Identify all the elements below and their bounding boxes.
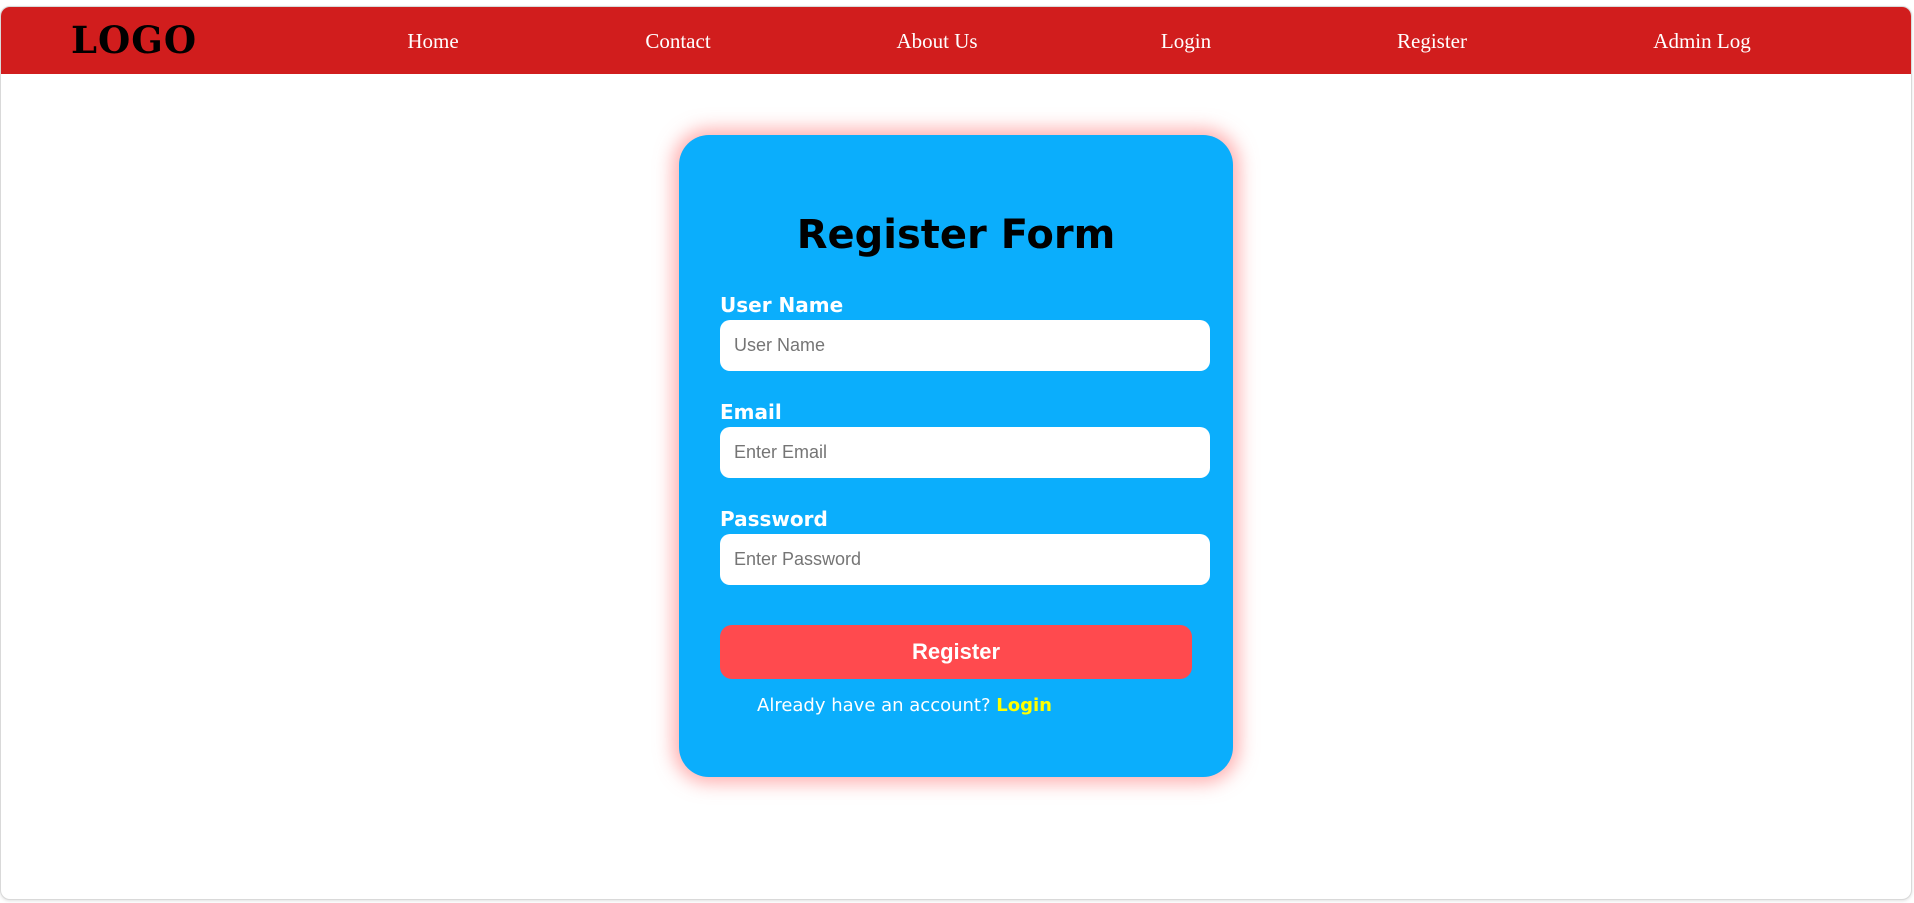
logo[interactable]: LOGO <box>71 19 197 61</box>
email-label: Email <box>720 400 782 424</box>
form-title: Register Form <box>796 212 1116 258</box>
username-label: User Name <box>720 293 844 317</box>
nav-link-contact[interactable]: Contact <box>645 29 710 53</box>
account-prompt-text: Already have an account? <box>757 695 991 716</box>
account-prompt-line: Already have an account? Login <box>757 695 1052 717</box>
nav-link-about-us[interactable]: About Us <box>896 29 977 53</box>
password-input[interactable] <box>720 534 1210 585</box>
navbar: LOGO Home Contact About Us Login Registe… <box>1 7 1911 74</box>
register-form-card: Register Form User Name Email Password R… <box>679 135 1233 777</box>
nav-link-login[interactable]: Login <box>1161 29 1211 53</box>
email-input[interactable] <box>720 427 1210 478</box>
nav-link-register[interactable]: Register <box>1397 29 1467 53</box>
register-button[interactable]: Register <box>720 625 1192 679</box>
nav-link-home[interactable]: Home <box>407 29 458 53</box>
login-link[interactable]: Login <box>996 695 1052 716</box>
password-label: Password <box>720 507 828 531</box>
username-input[interactable] <box>720 320 1210 371</box>
nav-link-admin-log[interactable]: Admin Log <box>1653 29 1750 53</box>
page-frame: LOGO Home Contact About Us Login Registe… <box>0 6 1912 900</box>
